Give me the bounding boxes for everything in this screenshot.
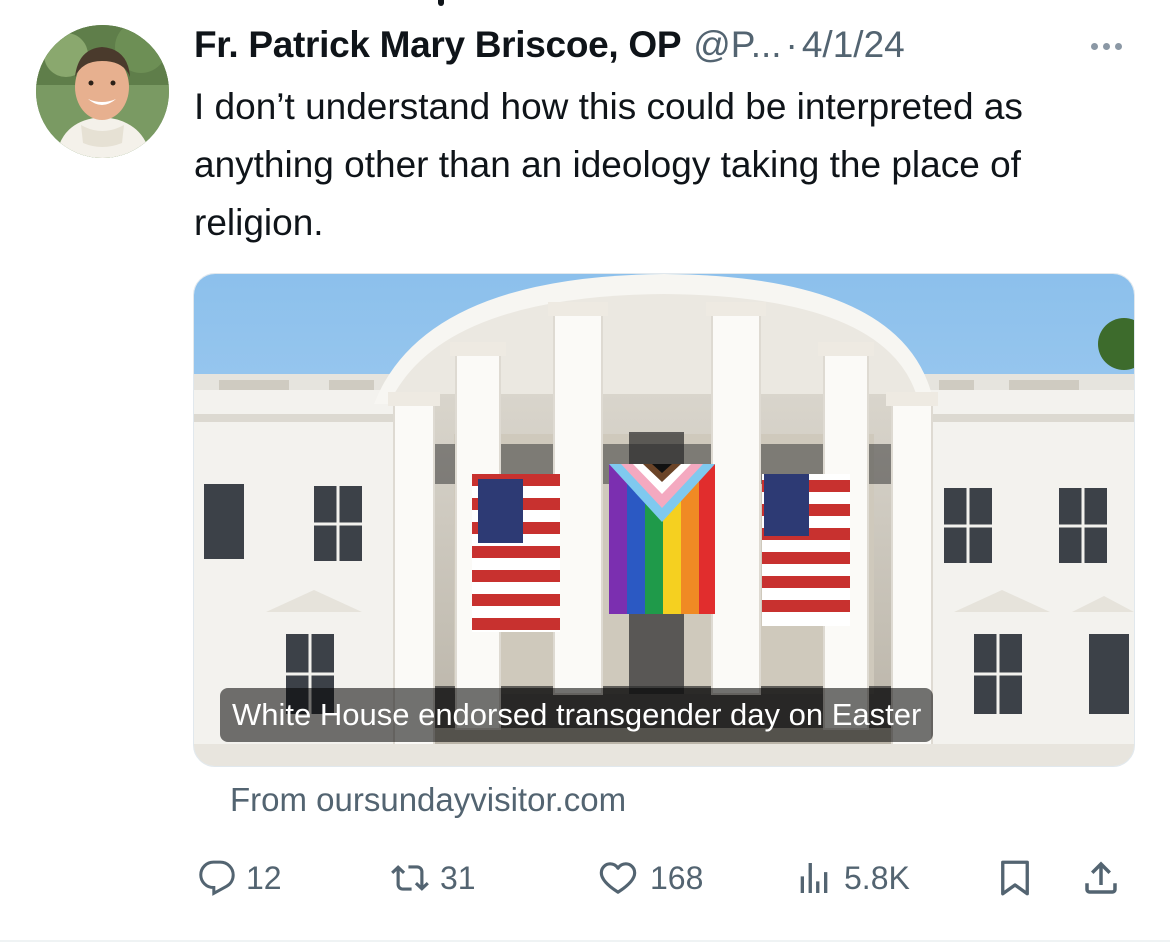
tweet-text: I don’t understand how this could be int…: [194, 86, 1023, 243]
tweet-date[interactable]: 4/1/24: [802, 24, 905, 66]
tweet-header: Fr. Patrick Mary Briscoe, OP @P... · 4/1…: [194, 20, 1144, 70]
repost-button[interactable]: 31: [390, 850, 476, 906]
reply-icon: [199, 860, 235, 896]
views-count: 5.8K: [844, 859, 910, 896]
author-name[interactable]: Fr. Patrick Mary Briscoe, OP: [194, 24, 682, 66]
views-button[interactable]: 5.8K: [794, 850, 910, 906]
like-button[interactable]: 168: [596, 850, 703, 906]
tweet-actions: 12 31 168 5.8K: [194, 850, 1144, 906]
repost-icon: [391, 865, 429, 891]
author-handle[interactable]: @P...: [693, 24, 781, 66]
more-horizontal-icon: [1090, 42, 1098, 50]
views-icon: [800, 863, 828, 893]
repost-count: 31: [440, 859, 476, 896]
reply-count: 12: [246, 859, 282, 896]
divider: [0, 940, 1170, 942]
card-caption: White House endorsed transgender day on …: [220, 688, 934, 742]
avatar-photo: [36, 25, 169, 158]
reply-button[interactable]: 12: [198, 850, 282, 906]
like-count: 168: [650, 859, 704, 896]
share-button[interactable]: [1080, 850, 1122, 906]
bookmark-icon: [1001, 860, 1029, 896]
heart-icon: [599, 862, 637, 894]
card-source[interactable]: From oursundayvisitor.com: [230, 781, 626, 819]
more-options-button[interactable]: [1082, 26, 1130, 66]
link-card[interactable]: White House endorsed transgender day on …: [193, 273, 1135, 767]
thread-connector: [0, 0, 1170, 6]
separator-dot: ·: [785, 24, 798, 65]
bookmark-button[interactable]: [994, 850, 1036, 906]
share-icon: [1085, 861, 1117, 894]
avatar[interactable]: [36, 25, 169, 158]
